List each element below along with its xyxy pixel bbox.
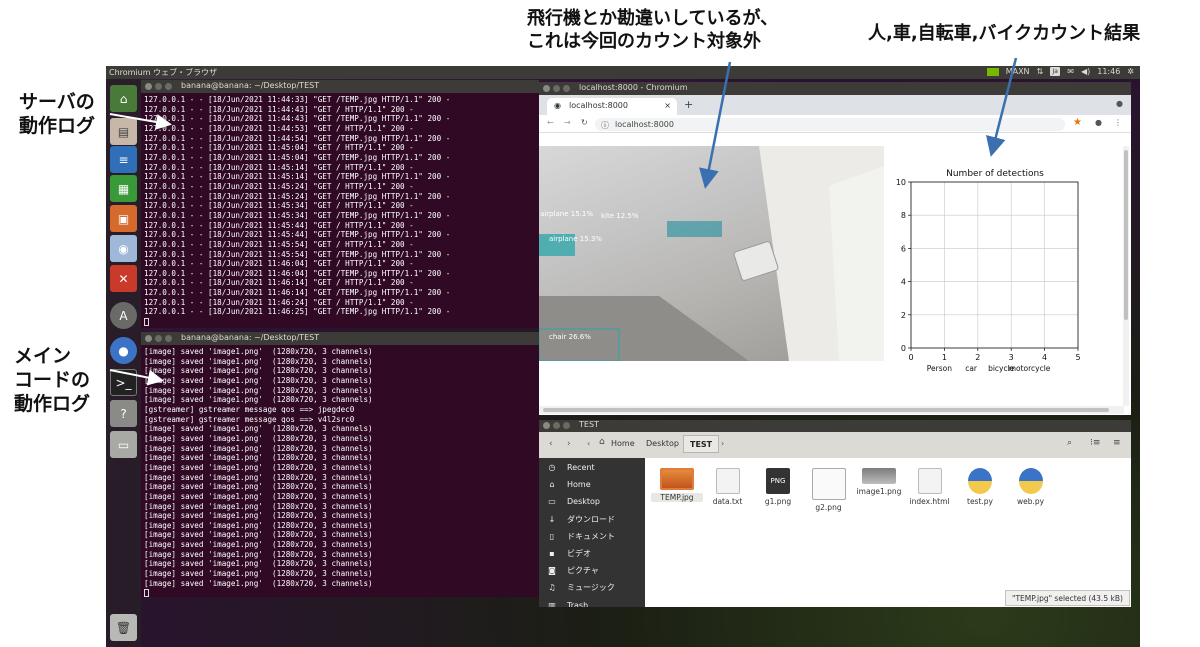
annotation-arrows <box>109 57 1018 386</box>
airplane-arrow <box>699 61 732 189</box>
screenshot-root: { "annotations": { "airplane_note_l1": "… <box>0 0 1200 647</box>
main-log-arrow <box>109 369 164 386</box>
count-arrow <box>986 57 1018 157</box>
server-log-arrow <box>109 113 172 130</box>
